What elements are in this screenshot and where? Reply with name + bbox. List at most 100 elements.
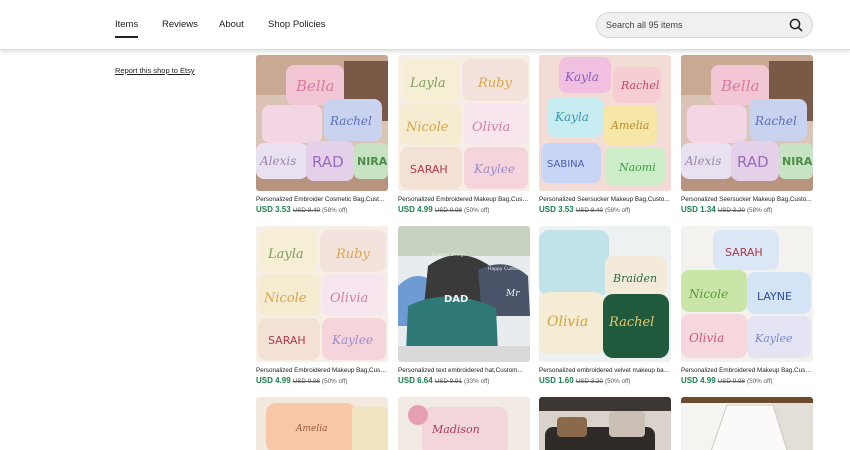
product-card[interactable]: Layla Ruby Nicole Olivia SARAH Kaylee Pe… xyxy=(398,55,530,214)
product-title[interactable]: Personalized Embroidered Makeup Bag,Cust… xyxy=(256,367,388,374)
svg-text:Olivia: Olivia xyxy=(472,120,510,135)
svg-text:Rachel: Rachel xyxy=(620,79,660,92)
original-price: USD 9.98 xyxy=(434,207,462,214)
product-image[interactable]: SARAH Nicole LAYNE Olivia Kaylee xyxy=(681,226,813,362)
product-card[interactable]: Kayla Rachel Kayla Amelia SABINA Naomi P… xyxy=(539,55,671,214)
svg-text:Kayla: Kayla xyxy=(564,70,599,84)
product-title[interactable]: Personalized Seersucker Makeup Bag,Custo… xyxy=(539,196,671,203)
product-card[interactable]: SARAH Nicole LAYNE Olivia Kaylee Persona… xyxy=(681,226,813,385)
svg-text:Olivia: Olivia xyxy=(330,291,368,306)
search-button[interactable] xyxy=(786,15,806,35)
svg-text:Nicole: Nicole xyxy=(405,120,449,135)
product-title[interactable]: Personalized Seersucker Makeup Bag,Custo… xyxy=(681,196,813,203)
discount-label: (50% off) xyxy=(747,378,773,385)
discount-label: (50% off) xyxy=(605,378,631,385)
tab-about[interactable]: About xyxy=(219,19,244,30)
product-card[interactable]: Amelia xyxy=(256,397,388,450)
product-image[interactable]: Madison xyxy=(398,397,530,450)
svg-text:Kayla: Kayla xyxy=(554,110,589,124)
report-shop-link[interactable]: Report this shop to Etsy xyxy=(115,66,195,75)
svg-text:Nicole: Nicole xyxy=(263,291,307,306)
price-row: USD 1.34 USD 3.20 (58% off) xyxy=(681,205,813,214)
product-title[interactable]: Personalized text embroidered hat,Custom… xyxy=(398,367,530,374)
svg-text:Mr: Mr xyxy=(505,289,520,299)
sale-price: USD 4.99 xyxy=(256,376,291,385)
svg-text:Madison: Madison xyxy=(431,423,480,436)
search-icon xyxy=(789,18,803,32)
product-image[interactable]: Layla Ruby Nicole Olivia SARAH Kaylee xyxy=(256,226,388,362)
price-row: USD 6.64 USD 9.91 (33% off) xyxy=(398,376,530,385)
svg-text:Ruby: Ruby xyxy=(335,247,370,262)
discount-label: (58% off) xyxy=(605,207,631,214)
svg-text:Bella: Bella xyxy=(720,77,759,95)
product-image[interactable]: Kayla Rachel Kayla Amelia SABINA Naomi xyxy=(539,55,671,191)
svg-text:Rachel: Rachel xyxy=(754,114,797,128)
svg-text:Naomi: Naomi xyxy=(618,161,656,174)
original-price: USD 9.98 xyxy=(292,378,320,385)
sale-price: USD 3.53 xyxy=(539,205,574,214)
svg-text:Layla: Layla xyxy=(409,76,446,91)
svg-text:Kaylee: Kaylee xyxy=(331,333,373,347)
product-card[interactable] xyxy=(539,397,671,450)
price-row: USD 3.53 USD 8.40 (58% off) xyxy=(539,205,671,214)
product-image[interactable]: Custom Design Happy Customer DAD Mr xyxy=(398,226,530,362)
product-card[interactable]: Madison xyxy=(398,397,530,450)
original-price: USD 9.91 xyxy=(434,378,462,385)
price-row: USD 4.99 USD 9.98 (50% off) xyxy=(256,376,388,385)
svg-text:RAD: RAD xyxy=(737,153,769,171)
product-card[interactable]: Bella Rachel Alexis RAD NIRA Personalize… xyxy=(256,55,388,214)
svg-text:Amelia: Amelia xyxy=(610,119,649,132)
svg-text:Kaylee: Kaylee xyxy=(754,332,793,345)
product-card[interactable]: Braiden Olivia Rachel Personalized embro… xyxy=(539,226,671,385)
product-card[interactable]: Layla Ruby Nicole Olivia SARAH Kaylee Pe… xyxy=(256,226,388,385)
product-title[interactable]: Personalized Embroidered Makeup Bag,Cust… xyxy=(398,196,530,203)
product-title[interactable]: Personalized Embroider Cosmetic Bag,Cust… xyxy=(256,196,388,203)
svg-text:Olivia: Olivia xyxy=(547,314,588,330)
svg-text:LAYNE: LAYNE xyxy=(757,290,792,303)
svg-text:Rachel: Rachel xyxy=(608,315,654,330)
svg-text:Happy Customer: Happy Customer xyxy=(488,266,526,272)
price-row: USD 1.60 USD 3.20 (50% off) xyxy=(539,376,671,385)
tab-shop-policies[interactable]: Shop Policies xyxy=(268,19,326,30)
shop-search xyxy=(596,12,813,38)
discount-label: (58% off) xyxy=(322,207,348,214)
product-image[interactable]: Braiden Olivia Rachel xyxy=(539,226,671,362)
product-title[interactable]: Personalized embroidered velvet makeup b… xyxy=(539,367,671,374)
sale-price: USD 4.99 xyxy=(398,205,433,214)
product-card[interactable]: Custom Design Happy Customer DAD Mr Pers… xyxy=(398,226,530,385)
original-price: USD 3.20 xyxy=(575,378,603,385)
svg-text:NIRA: NIRA xyxy=(357,155,388,168)
sale-price: USD 1.60 xyxy=(539,376,574,385)
price-row: USD 4.99 USD 9.98 (50% off) xyxy=(681,376,813,385)
svg-text:NIRA: NIRA xyxy=(782,155,813,168)
svg-text:Nicole: Nicole xyxy=(688,287,728,301)
product-card[interactable] xyxy=(681,397,813,450)
svg-text:Amelia: Amelia xyxy=(295,424,327,434)
original-price: USD 9.98 xyxy=(717,378,745,385)
product-image[interactable]: Layla Ruby Nicole Olivia SARAH Kaylee xyxy=(398,55,530,191)
tab-items[interactable]: Items xyxy=(115,19,139,38)
product-title[interactable]: Personalized Embroidered Makeup Bag,Cust… xyxy=(681,367,813,374)
svg-text:DAD: DAD xyxy=(444,294,468,305)
price-row: USD 4.99 USD 9.98 (50% off) xyxy=(398,205,530,214)
product-image[interactable] xyxy=(539,397,671,450)
svg-text:Ruby: Ruby xyxy=(477,76,512,91)
price-row: USD 3.53 USD 8.40 (58% off) xyxy=(256,205,388,214)
svg-text:Layla: Layla xyxy=(267,247,304,262)
product-card[interactable]: Bella Rachel Alexis RAD NIRA Personalize… xyxy=(681,55,813,214)
tab-reviews[interactable]: Reviews xyxy=(162,19,198,30)
discount-label: (58% off) xyxy=(747,207,773,214)
product-image[interactable]: Bella Rachel Alexis RAD NIRA xyxy=(256,55,388,191)
svg-text:Olivia: Olivia xyxy=(689,331,724,345)
shop-header-bar: Items Reviews About Shop Policies xyxy=(0,0,850,50)
sale-price: USD 4.99 xyxy=(681,376,716,385)
discount-label: (33% off) xyxy=(464,378,490,385)
svg-text:Kaylee: Kaylee xyxy=(473,162,515,176)
product-image[interactable]: Bella Rachel Alexis RAD NIRA xyxy=(681,55,813,191)
svg-text:Alexis: Alexis xyxy=(259,154,296,168)
product-image[interactable] xyxy=(681,397,813,450)
search-input[interactable] xyxy=(606,13,776,37)
svg-text:SARAH: SARAH xyxy=(725,246,763,259)
svg-text:Custom Design: Custom Design xyxy=(432,252,466,258)
product-image[interactable]: Amelia xyxy=(256,397,388,450)
